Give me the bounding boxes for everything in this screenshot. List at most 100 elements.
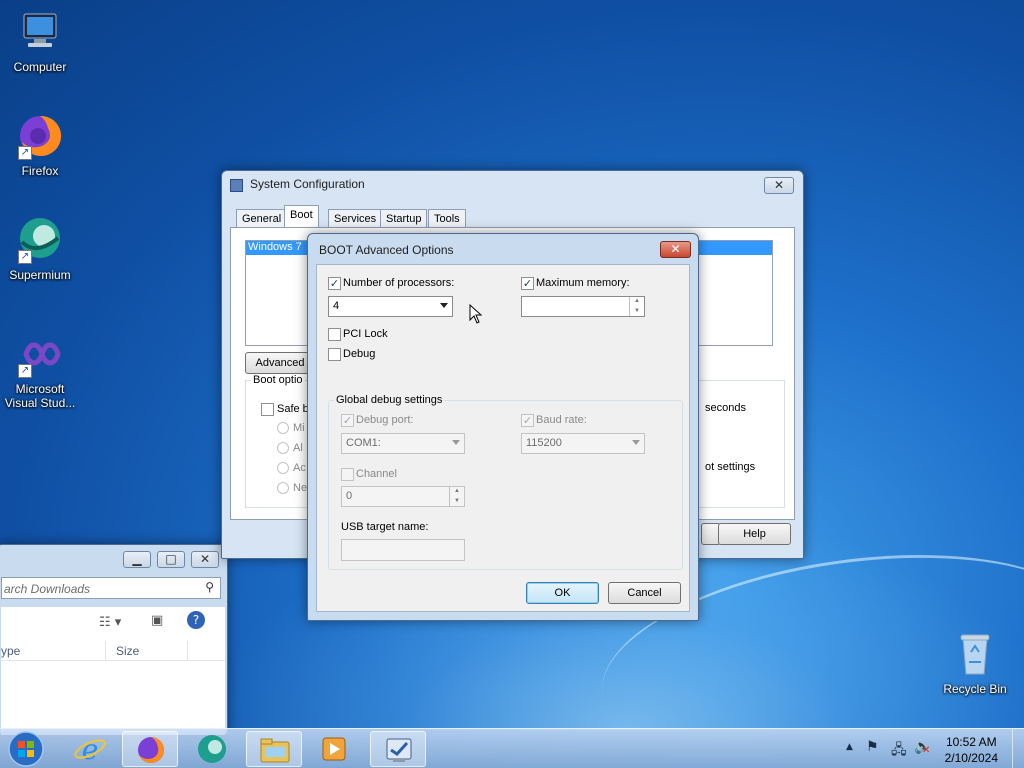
taskbar-supermium[interactable] [184,731,240,767]
taskbar-firefox[interactable] [122,731,178,767]
desktop-icon-computer[interactable]: Computer [0,8,80,74]
chevron-down-icon [632,440,640,445]
title-bar[interactable]: BOOT Advanced Options ✕ [308,234,698,260]
clock[interactable]: 10:52 AM 2/10/2024 [945,734,998,766]
windows-start-icon [8,731,44,767]
make-permanent-label: ot settings [705,461,756,473]
start-button[interactable] [4,730,48,768]
radio-label: Mi [293,422,305,434]
channel-checkbox[interactable] [341,468,354,481]
title-bar[interactable]: System Configuration ✕ [222,171,803,197]
show-desktop-button[interactable] [1012,729,1024,768]
spin-up-icon[interactable]: ▲ [630,297,644,307]
number-of-processors-checkbox[interactable]: ✓ [328,277,341,290]
baud-rate-checkbox[interactable]: ✓ [521,414,534,427]
close-button[interactable]: ✕ [660,241,691,258]
spinner[interactable]: ▲ ▼ [449,487,464,506]
close-button[interactable]: ✕ [764,177,794,194]
radio-active-directory[interactable] [277,462,289,474]
maximum-memory-label: Maximum memory: [536,277,630,289]
input-value: 0 [346,490,353,502]
chevron-down-icon [440,303,448,308]
search-icon: ⚲ [205,580,214,594]
volume-muted-icon[interactable]: 🔈 ✕ [914,739,931,756]
desktop-icon-firefox[interactable]: ↗ Firefox [0,112,80,178]
safe-boot-label: Safe b [277,403,309,415]
preview-pane-icon[interactable]: ▣ [151,613,163,628]
minimize-button[interactable]: ▁ [123,551,151,568]
close-button[interactable]: ✕ [191,551,219,568]
help-button[interactable]: Help [718,523,791,545]
debug-port-checkbox[interactable]: ✓ [341,414,354,427]
column-type-header[interactable]: ype [1,644,20,658]
tab-boot[interactable]: Boot [284,205,319,228]
tab-general[interactable]: General [236,209,288,228]
baud-rate-select[interactable]: 115200 [521,433,645,454]
advanced-options-button[interactable]: Advanced [245,352,315,374]
maximum-memory-input[interactable]: ▲ ▼ [521,296,645,317]
desktop-icon-visual-studio[interactable]: ↗ Microsoft Visual Stud... [0,330,80,410]
channel-label: Channel [356,468,397,480]
window-title: System Configuration [250,177,365,191]
spin-up-icon[interactable]: ▲ [450,487,464,497]
cancel-button[interactable]: Cancel [608,582,681,604]
view-options-icon[interactable]: ☷ ▾ [99,615,121,630]
column-size-header[interactable]: Size [116,644,139,658]
recycle-bin-icon [951,630,999,678]
search-input[interactable]: arch Downloads ⚲ [1,577,221,599]
radio-alternate-shell[interactable] [277,442,289,454]
boot-advanced-options-dialog: BOOT Advanced Options ✕ ✓ Number of proc… [307,233,699,621]
desktop-icon-label: Computer [13,60,67,74]
maximize-button[interactable]: □ [157,551,185,568]
explorer-content: ☷ ▾ ▣ ? ype Size [1,607,225,735]
folder-icon [260,738,290,763]
taskbar-system-configuration[interactable] [370,731,426,767]
network-icon[interactable]: 🖧 [891,739,907,763]
usb-target-name-input[interactable] [341,539,465,561]
spinner[interactable]: ▲ ▼ [629,297,644,316]
debug-checkbox[interactable] [328,348,341,361]
maximum-memory-checkbox[interactable]: ✓ [521,277,534,290]
help-icon[interactable]: ? [187,611,205,629]
taskbar-internet-explorer[interactable]: e [62,731,118,767]
safe-boot-checkbox[interactable] [261,403,274,416]
tab-services[interactable]: Services [328,209,383,228]
column-header-row: ype Size [1,641,225,661]
supermium-icon: ↗ [16,216,64,264]
column-divider [105,641,106,661]
pci-lock-label: PCI Lock [343,328,388,340]
radio-network[interactable] [277,482,289,494]
debug-port-label: Debug port: [356,414,414,426]
radio-minimal[interactable] [277,422,289,434]
radio-label: Ac [293,462,306,474]
number-of-processors-select[interactable]: 4 [328,296,453,317]
desktop-icon-supermium[interactable]: ↗ Supermium [0,216,80,282]
svg-text:e: e [82,733,99,766]
debug-label: Debug [343,348,376,360]
dialog-body: ✓ Number of processors: 4 ✓ Maximum memo… [316,264,690,612]
radio-label: Ne [293,482,308,494]
taskbar-explorer[interactable] [246,731,302,767]
debug-port-select[interactable]: COM1: [341,433,465,454]
desktop-icon-label: Firefox [21,164,59,178]
channel-input[interactable]: 0 ▲ ▼ [341,486,465,507]
selected-value: 4 [333,300,340,312]
show-hidden-icons-icon[interactable]: ▲ [846,742,853,752]
selected-value: COM1: [346,437,381,449]
tab-startup[interactable]: Startup [380,209,428,228]
shortcut-arrow-icon: ↗ [18,364,32,378]
taskbar-media-player[interactable] [306,731,362,767]
system-configuration-icon [386,738,412,762]
action-center-flag-icon[interactable]: ⚑ [866,739,879,755]
spin-down-icon[interactable]: ▼ [450,497,464,507]
desktop-icon-label: Supermium [9,268,71,282]
desktop-icon-recycle-bin[interactable]: Recycle Bin [935,630,1015,696]
spin-down-icon[interactable]: ▼ [630,307,644,317]
chevron-down-icon [452,440,460,445]
shortcut-arrow-icon: ↗ [18,250,32,264]
clock-time: 10:52 AM [945,735,997,749]
tab-tools[interactable]: Tools [428,209,466,228]
ok-button[interactable]: OK [526,582,599,604]
firefox-icon [138,737,164,763]
pci-lock-checkbox[interactable] [328,328,341,341]
